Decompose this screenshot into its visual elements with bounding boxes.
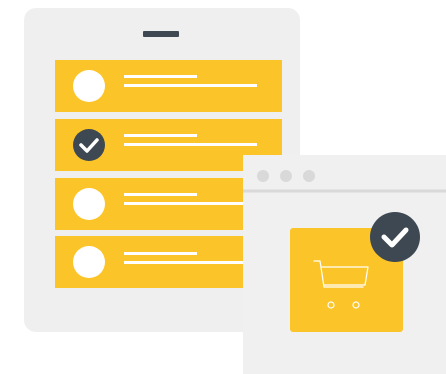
- radio-circle-icon[interactable]: [73, 188, 105, 220]
- window-dot-icon[interactable]: [303, 170, 315, 182]
- check-badge: [370, 212, 420, 262]
- window-dot-icon[interactable]: [257, 170, 269, 182]
- browser-window: [243, 155, 446, 374]
- illustration: [0, 0, 446, 374]
- list-item-subtitle-line: [124, 143, 257, 146]
- list-item-title-line: [124, 134, 197, 137]
- phone-speaker-bar: [143, 31, 179, 37]
- list-item-title-line: [124, 75, 197, 78]
- list-item-subtitle-line: [124, 202, 257, 205]
- radio-circle-icon[interactable]: [73, 70, 105, 102]
- check-circle-icon: [370, 212, 420, 262]
- list-item-subtitle-line: [124, 84, 257, 87]
- list-item[interactable]: [55, 60, 282, 112]
- list-item-title-line: [124, 252, 197, 255]
- list-item-subtitle-line: [124, 261, 257, 264]
- window-dot-icon[interactable]: [280, 170, 292, 182]
- radio-circle-icon[interactable]: [73, 246, 105, 278]
- check-circle-icon[interactable]: [73, 129, 105, 161]
- list-item-title-line: [124, 193, 197, 196]
- illustration-svg: [24, 8, 446, 374]
